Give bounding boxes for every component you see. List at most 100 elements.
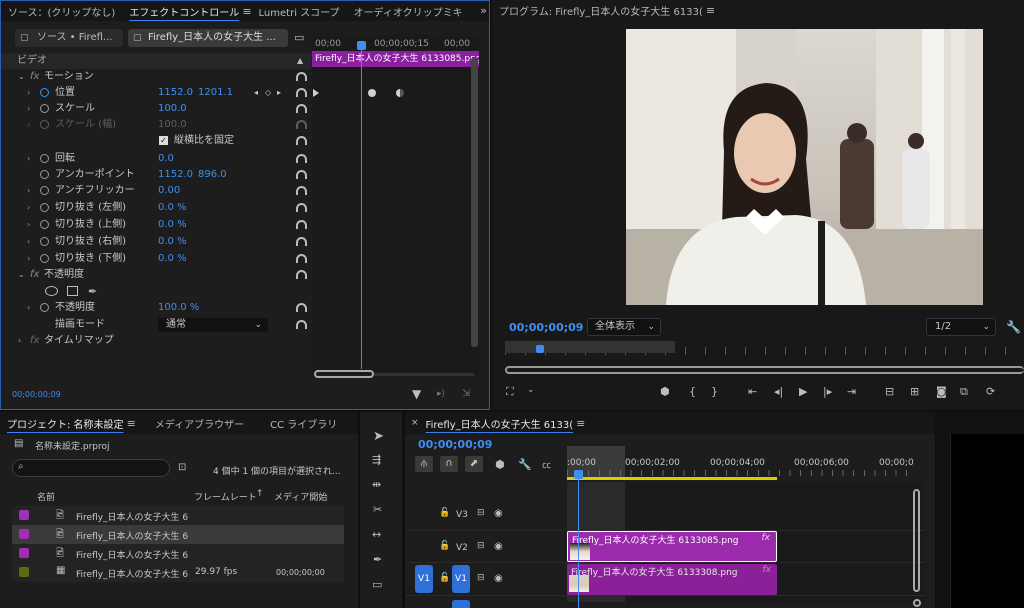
tab-lumetri-scopes[interactable]: Lumetri スコープ bbox=[252, 4, 347, 19]
label-color-swatch[interactable] bbox=[19, 548, 29, 558]
flicker-row[interactable]: › アンチフリッカー 0.00 bbox=[1, 183, 311, 199]
filter-icon[interactable]: ▼ bbox=[412, 387, 421, 401]
step-forward-icon[interactable]: |▸ bbox=[823, 385, 832, 398]
keyframe-half[interactable] bbox=[396, 89, 404, 97]
crop-bottom-row[interactable]: › 切り抜き (下側) 0.0 % bbox=[1, 251, 311, 267]
opacity-value[interactable]: 100.0 % bbox=[158, 300, 199, 316]
stopwatch-icon[interactable] bbox=[40, 203, 49, 212]
menu-icon[interactable]: ≡ bbox=[576, 417, 585, 430]
blend-row[interactable]: 描画モード 通常 ⌄ bbox=[1, 317, 311, 333]
mark-out-icon[interactable]: } bbox=[711, 385, 718, 398]
menu-icon[interactable]: ≡ bbox=[706, 4, 715, 17]
track-select-tool-icon[interactable]: ⇶ bbox=[372, 453, 381, 466]
stopwatch-icon[interactable] bbox=[40, 104, 49, 113]
lock-icon[interactable]: 🔓 bbox=[439, 573, 450, 583]
stopwatch-icon[interactable] bbox=[40, 88, 49, 97]
program-mini-timeline[interactable] bbox=[505, 341, 1024, 357]
opacity-section-row[interactable]: ⌄ fx 不透明度 bbox=[1, 267, 311, 283]
sync-lock-icon[interactable]: ⊟ bbox=[477, 541, 485, 551]
next-keyframe-icon[interactable]: ▸ bbox=[277, 85, 281, 101]
mini-playhead[interactable] bbox=[536, 345, 544, 353]
rectangle-tool-icon[interactable]: ▭ bbox=[372, 578, 382, 591]
reset-icon[interactable] bbox=[296, 203, 307, 212]
uniform-scale-row[interactable]: ✓ 縦横比を固定 bbox=[1, 133, 311, 149]
reset-icon[interactable] bbox=[296, 254, 307, 263]
stopwatch-icon[interactable] bbox=[40, 254, 49, 263]
go-to-out-icon[interactable]: ⇥ bbox=[847, 385, 856, 398]
chevron-right-icon[interactable]: › bbox=[27, 151, 30, 167]
fx-icon[interactable]: fx bbox=[30, 267, 39, 283]
blend-mode-select[interactable]: 通常 ⌄ bbox=[158, 318, 268, 332]
menu-icon[interactable]: ≡ bbox=[242, 5, 251, 18]
lock-icon[interactable]: 🔓 bbox=[439, 508, 450, 518]
tab-audio-clip-mixer[interactable]: オーディオクリップミキ bbox=[347, 4, 470, 19]
chevron-right-icon[interactable]: › bbox=[27, 217, 30, 233]
vr-icon[interactable]: ⟳ bbox=[986, 385, 995, 398]
clip-v1[interactable]: Firefly_日本人の女子大生 6133308.png fx bbox=[567, 564, 777, 595]
fx-icon[interactable]: fx bbox=[30, 69, 39, 85]
rotation-value[interactable]: 0.0 bbox=[158, 151, 174, 167]
comparison-view-icon[interactable]: ⧉ bbox=[960, 385, 968, 399]
motion-row[interactable]: ⌄ fx モーション bbox=[1, 69, 311, 85]
marker-icon[interactable]: ⬢ bbox=[495, 458, 505, 471]
stopwatch-icon[interactable] bbox=[40, 186, 49, 195]
reset-icon[interactable] bbox=[296, 320, 307, 329]
tab-project[interactable]: プロジェクト: 名称未設定 bbox=[0, 416, 131, 431]
eye-icon[interactable]: ◉ bbox=[494, 573, 503, 584]
sequence-tab[interactable]: Firefly_日本人の女子大生 6133( bbox=[419, 416, 581, 431]
tab-source[interactable]: ソース：(クリップなし) bbox=[1, 4, 122, 19]
crop-right-value[interactable]: 0.0 % bbox=[158, 234, 187, 250]
ec-zoom-bar[interactable] bbox=[314, 370, 374, 378]
position-y-value[interactable]: 1201.1 bbox=[198, 85, 233, 101]
add-keyframe-icon[interactable]: ◇ bbox=[265, 85, 271, 101]
program-title[interactable]: プログラム: Firefly_日本人の女子大生 6133( bbox=[492, 3, 710, 18]
project-search-input[interactable]: ⌕ bbox=[12, 459, 170, 477]
chevron-down-icon[interactable]: ⌄ bbox=[18, 69, 25, 85]
audio-track-target[interactable] bbox=[452, 600, 470, 608]
label-color-swatch[interactable] bbox=[19, 567, 29, 577]
stopwatch-icon[interactable] bbox=[40, 237, 49, 246]
crop-left-value[interactable]: 0.0 % bbox=[158, 200, 187, 216]
fx-badge[interactable]: fx bbox=[763, 565, 772, 575]
crop-left-row[interactable]: › 切り抜き (左側) 0.0 % bbox=[1, 200, 311, 216]
add-marker-icon[interactable]: ⬢ bbox=[660, 385, 670, 398]
stopwatch-icon[interactable] bbox=[40, 170, 49, 179]
list-item[interactable]: 🖻 Firefly_日本人の女子大生 6 bbox=[12, 506, 344, 525]
more-tabs-icon[interactable]: » bbox=[480, 4, 487, 17]
reset-icon[interactable] bbox=[296, 220, 307, 229]
panel-layout-icon[interactable]: ▭ bbox=[294, 31, 304, 44]
ec-ruler[interactable]: 00;00 00;00;00;15 00;00 bbox=[312, 35, 479, 51]
timeremap-row[interactable]: › fx タイムリマップ bbox=[1, 333, 311, 349]
go-to-in-icon[interactable]: ⇤ bbox=[748, 385, 757, 398]
ec-playhead[interactable] bbox=[361, 41, 362, 369]
selection-tool-icon[interactable]: ➤ bbox=[373, 429, 384, 444]
position-x-value[interactable]: 1152.0 bbox=[158, 85, 193, 101]
stopwatch-icon[interactable] bbox=[40, 154, 49, 163]
lift-icon[interactable]: ⊟ bbox=[885, 385, 894, 398]
keyframe-dot[interactable] bbox=[368, 89, 376, 97]
track-target-v1[interactable]: V1 bbox=[452, 565, 470, 593]
wrench-icon[interactable]: 🔧 bbox=[1006, 320, 1021, 334]
tab-cc-libraries[interactable]: CC ライブラリ bbox=[263, 416, 344, 431]
extract-icon[interactable]: ⊞ bbox=[910, 385, 919, 398]
new-bin-icon[interactable]: ⊡ bbox=[178, 462, 186, 473]
timeline-ruler[interactable]: :00;00 00;00;02;00 00;00;04;00 00;00;06;… bbox=[567, 446, 935, 480]
column-framerate[interactable]: フレームレート bbox=[194, 490, 257, 503]
opacity-row[interactable]: › 不透明度 100.0 % bbox=[1, 300, 311, 316]
stopwatch-icon[interactable] bbox=[40, 303, 49, 312]
reset-icon[interactable] bbox=[296, 186, 307, 195]
zoom-level-select[interactable]: 全体表示 ⌄ bbox=[587, 318, 661, 336]
lock-icon[interactable]: 🔓 bbox=[439, 541, 450, 551]
reset-icon[interactable] bbox=[296, 104, 307, 113]
anchor-row[interactable]: アンカーポイント 1152.0 896.0 bbox=[1, 167, 311, 183]
list-item[interactable]: 🖻 Firefly_日本人の女子大生 6 bbox=[12, 544, 344, 563]
collapse-up-icon[interactable]: ▲ bbox=[297, 53, 303, 69]
reset-icon[interactable] bbox=[296, 170, 307, 179]
reset-icon[interactable] bbox=[296, 303, 307, 312]
slip-tool-icon[interactable]: ↔ bbox=[372, 528, 381, 541]
safe-margins-icon[interactable]: ⛶ bbox=[506, 385, 514, 399]
captions-icon[interactable]: ㏄ bbox=[542, 458, 551, 471]
clip-selector[interactable]: ▢ Firefly_日本人の女子大生 ... bbox=[128, 29, 288, 47]
chevron-right-icon[interactable]: › bbox=[27, 251, 30, 267]
tab-media-browser[interactable]: メディアブラウザー bbox=[148, 416, 251, 431]
